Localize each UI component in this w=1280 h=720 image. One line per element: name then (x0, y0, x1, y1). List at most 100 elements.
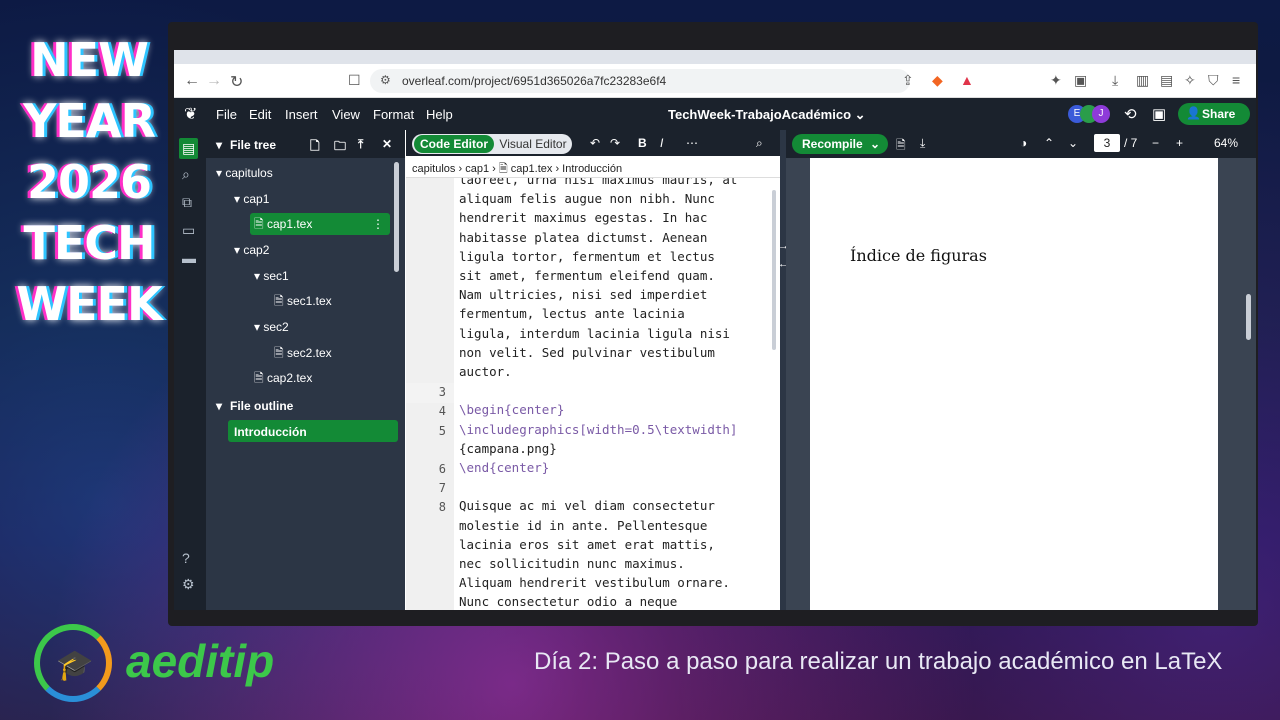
back-icon[interactable]: ← (184, 72, 200, 90)
code-line[interactable]: \begin{center} (459, 402, 564, 417)
settings-icon[interactable]: ⚙ (182, 576, 195, 593)
tree-item-sec2-tex[interactable]: 🗎 sec2.tex (274, 342, 394, 364)
rewards-icon[interactable]: ▲ (960, 72, 974, 88)
sidebar-icon[interactable]: ▥ (1136, 72, 1149, 89)
tree-item-cap1[interactable]: ▾ cap1 (234, 188, 394, 210)
file-outline-header[interactable]: ▾ File outline (206, 392, 405, 420)
code-line[interactable]: \end{center} (459, 460, 549, 475)
code-editor[interactable]: laoreet, urna nisi maximus mauris, at ali… (454, 178, 776, 610)
tree-item-sec1-tex[interactable]: 🗎 sec1.tex (274, 290, 394, 312)
menu-icon[interactable]: ≡ (1232, 72, 1240, 88)
project-title[interactable]: TechWeek-TrabajoAcadémico ⌄ (668, 107, 866, 123)
code-line[interactable]: laoreet, urna nisi maximus mauris, at (459, 178, 737, 187)
code-line[interactable]: \includegraphics[width=0.5\textwidth] (459, 422, 737, 437)
zoom-level[interactable]: 64% (1214, 136, 1238, 150)
tree-item-cap1-tex[interactable]: 🗎 cap1.tex ⋮ (250, 213, 390, 235)
bookmark-icon[interactable]: ☐ (348, 72, 361, 89)
code-line[interactable]: non velit. Sed pulvinar vestibulum (459, 345, 715, 360)
code-line[interactable]: nec sollicitudin nunc maximus. (459, 556, 685, 571)
code-line[interactable]: lacinia eros sit amet erat mattis, (459, 537, 715, 552)
brave-shield-icon[interactable]: ◆ (932, 72, 943, 89)
tree-item-sec1[interactable]: ▾ sec1 (254, 265, 394, 287)
more-icon[interactable]: ⋯ (686, 136, 698, 150)
chat-icon[interactable]: ▬ (182, 250, 196, 266)
zoom-out-icon[interactable]: − (1152, 136, 1159, 150)
code-line[interactable]: ligula tortor, fermentum et lectus (459, 249, 715, 264)
download-pdf-icon[interactable]: ⤓ (920, 136, 925, 151)
new-file-icon[interactable]: 🗋 (310, 137, 320, 158)
code-line[interactable]: habitasse platea dictumst. Aenean (459, 230, 707, 245)
tree-item-cap2[interactable]: ▾ cap2 (234, 239, 394, 261)
search-icon[interactable]: ⌕ (756, 136, 763, 151)
tree-scrollbar[interactable] (394, 162, 399, 272)
zoom-in-icon[interactable]: + (1176, 136, 1183, 150)
wallet-icon[interactable]: ▤ (1160, 72, 1173, 89)
code-editor-toggle[interactable]: Code Editor (414, 135, 494, 153)
recompile-button[interactable]: Recompile ⌄ (792, 134, 888, 154)
breadcrumb-item[interactable]: cap1.tex (511, 163, 553, 175)
search-icon[interactable]: ⌕ (182, 166, 190, 183)
redo-icon[interactable]: ↷ (610, 136, 620, 150)
url-field[interactable]: ⚙ overleaf.com/project/6951d365026a7fc23… (370, 69, 910, 93)
code-line[interactable]: Quisque ac mi vel diam consectetur (459, 498, 715, 513)
contrast-icon[interactable]: ◑ (1020, 136, 1027, 150)
italic-icon[interactable]: I (660, 136, 663, 150)
menu-edit[interactable]: Edit (249, 107, 271, 122)
code-line[interactable]: fermentum, lectus ante lacinia (459, 306, 685, 321)
previous-page-icon[interactable]: ⌃ (1044, 136, 1054, 150)
page-number-input[interactable]: 3 (1094, 134, 1120, 152)
ai-icon[interactable]: ✧ (1184, 72, 1196, 89)
breadcrumb-item[interactable]: Introducción (562, 163, 622, 175)
code-line[interactable]: auctor. (459, 364, 512, 379)
share-page-icon[interactable]: ⇪ (902, 72, 914, 89)
pdf-viewer[interactable]: Índice de figuras (786, 158, 1256, 610)
menu-format[interactable]: Format (373, 107, 414, 122)
avatar[interactable]: J (1092, 105, 1110, 123)
upload-icon[interactable]: ⤒ (358, 137, 363, 152)
bold-icon[interactable]: B (638, 136, 647, 150)
undo-icon[interactable]: ↶ (590, 136, 600, 150)
history-icon[interactable]: ⟲ (1124, 105, 1137, 123)
help-icon[interactable]: ? (182, 550, 190, 566)
code-line[interactable]: Nam ultricies, nisi sed imperdiet (459, 287, 707, 302)
code-line[interactable]: hendrerit maximus egestas. In hac (459, 210, 707, 225)
code-line[interactable]: molestie id in ante. Pellentesque (459, 518, 707, 533)
forward-icon[interactable]: → (206, 72, 222, 90)
review-icon[interactable]: ▭ (182, 222, 195, 239)
code-line[interactable]: {campana.png} (459, 441, 557, 456)
file-tree-icon[interactable]: ▤ (179, 138, 199, 159)
menu-file[interactable]: File (216, 107, 237, 122)
vpn-icon[interactable]: ⛉ (1208, 72, 1219, 89)
outline-item-introduccion[interactable]: Introducción (228, 420, 398, 442)
collapse-icon[interactable]: ▾ (216, 138, 222, 152)
logs-icon[interactable]: 🗎 (896, 136, 906, 157)
pdf-scrollbar[interactable] (1246, 294, 1251, 340)
menu-view[interactable]: View (332, 107, 360, 122)
close-icon[interactable]: ✕ (382, 137, 392, 151)
next-page-icon[interactable]: ⌄ (1068, 136, 1078, 150)
code-line[interactable]: ligula, interdum lacinia ligula nisi (459, 326, 730, 341)
share-button[interactable]: 👤 Share (1178, 103, 1250, 125)
code-line[interactable]: Aliquam hendrerit vestibulum ornare. (459, 575, 730, 590)
tree-item-capitulos[interactable]: ▾ capitulos (216, 162, 396, 184)
download-icon[interactable]: ⤓ (1112, 72, 1118, 89)
chevron-down-icon[interactable]: ⌄ (870, 137, 880, 151)
breadcrumb-item[interactable]: capitulos (412, 163, 455, 175)
tab-strip[interactable] (174, 50, 1256, 64)
extensions-icon[interactable]: ✦ (1050, 72, 1062, 89)
reload-icon[interactable]: ↻ (230, 72, 243, 92)
more-icon[interactable]: ⋮ (372, 213, 384, 235)
code-line[interactable]: aliquam felis augue non nibh. Nunc (459, 191, 715, 206)
breadcrumb-item[interactable]: cap1 (465, 163, 489, 175)
tree-item-sec2[interactable]: ▾ sec2 (254, 316, 394, 338)
code-line[interactable]: Nunc consectetur odio a neque (459, 594, 677, 609)
integrations-icon[interactable]: ⧉ (182, 194, 192, 211)
visual-editor-toggle[interactable]: Visual Editor (496, 135, 570, 153)
code-line[interactable]: sit amet, fermentum eleifend quam. (459, 268, 715, 283)
tree-item-cap2-tex[interactable]: 🗎 cap2.tex (254, 367, 394, 389)
overleaf-logo-icon[interactable]: ❦ (184, 104, 197, 124)
editor-scrollbar[interactable] (772, 190, 776, 350)
menu-insert[interactable]: Insert (285, 107, 318, 122)
site-info-icon[interactable]: ⚙ (380, 73, 391, 87)
screenshot-icon[interactable]: ▣ (1074, 72, 1087, 89)
